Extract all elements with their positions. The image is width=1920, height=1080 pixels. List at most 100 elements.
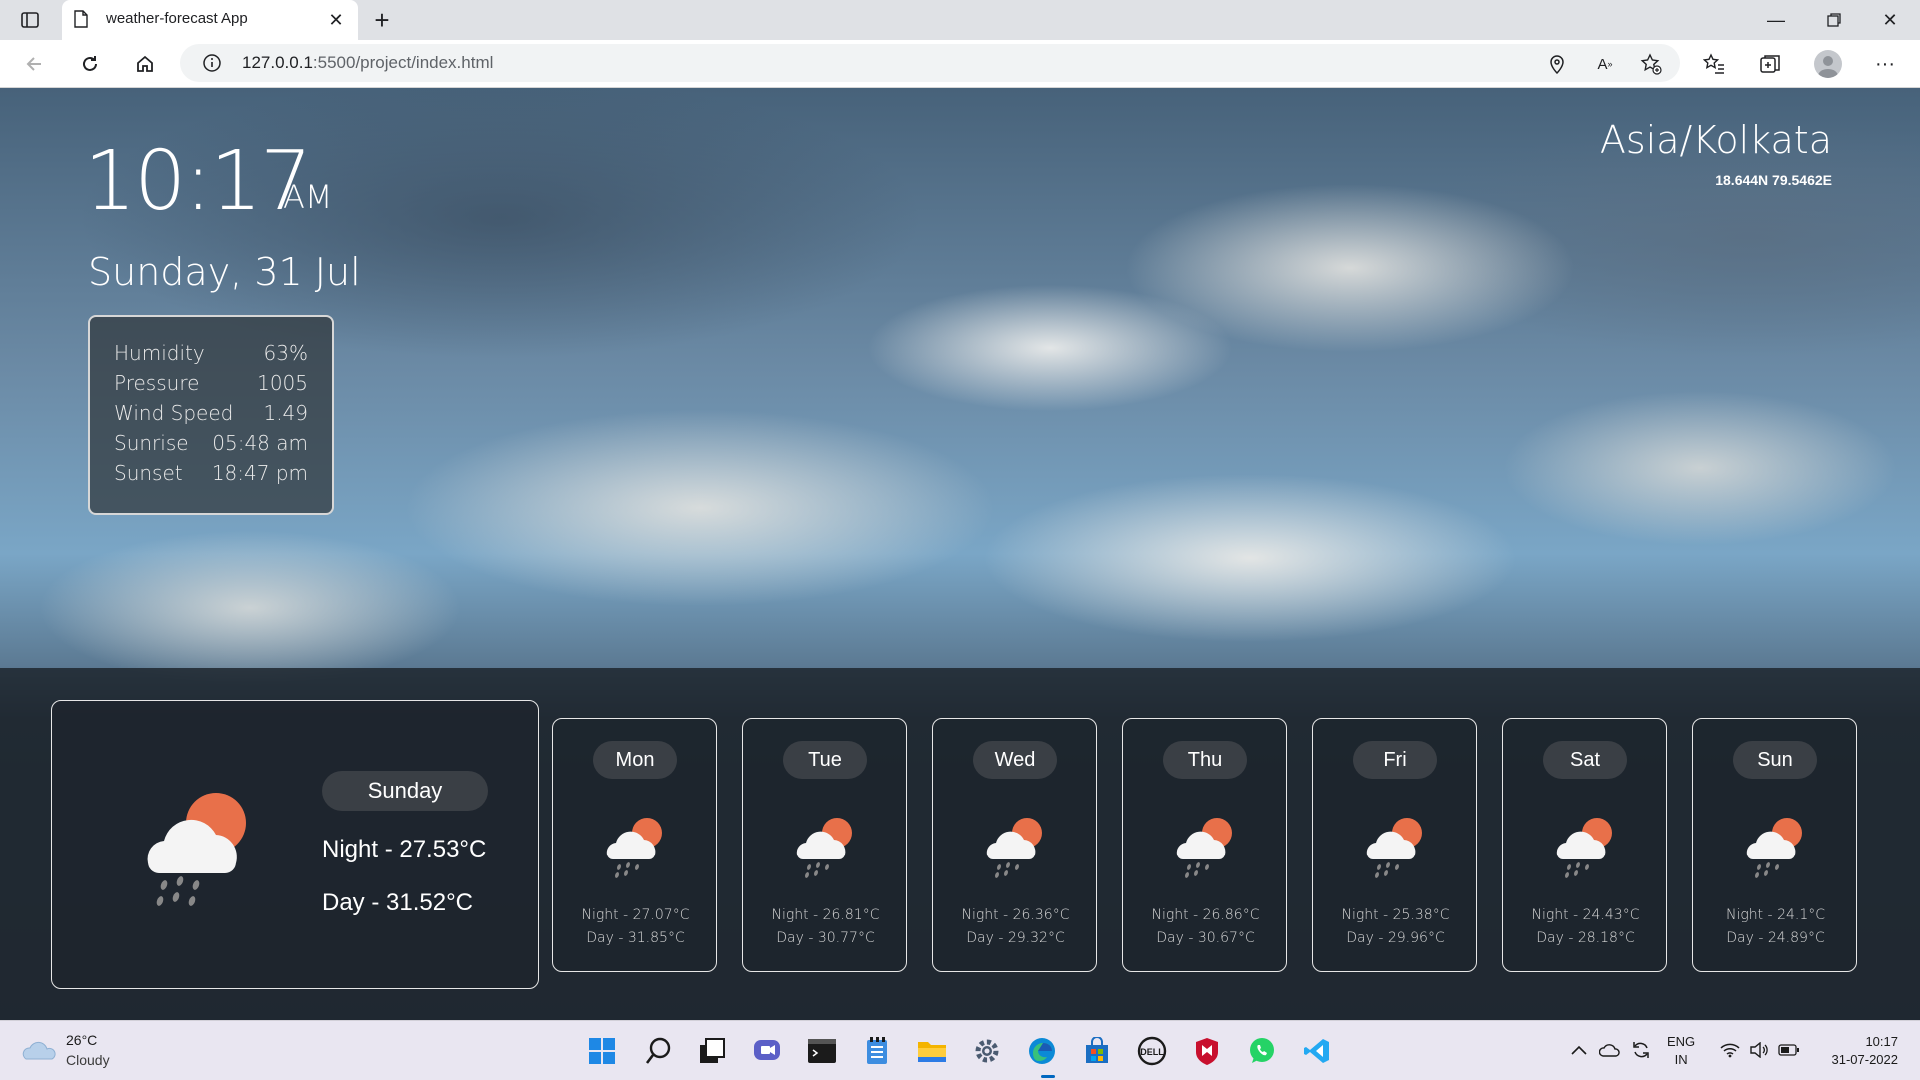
forecast-card-mon: Mon Night - 27.07°C Day - 31.85°C	[552, 718, 717, 972]
forecast-card-fri: Fri Night - 25.38°C Day - 29.96°C	[1312, 718, 1477, 972]
location-icon[interactable]	[1546, 53, 1568, 75]
forecast-night-temp: Night - 24.43°C	[1531, 907, 1640, 923]
rain-cloud-sun-icon	[1357, 809, 1433, 885]
forecast-night-temp: Night - 24.1°C	[1725, 907, 1826, 923]
today-day-label: Sunday	[322, 771, 488, 811]
favorites-icon[interactable]	[1700, 50, 1728, 78]
active-app-indicator	[1041, 1075, 1055, 1078]
clock-time: 10:17	[1865, 1034, 1898, 1049]
forecast-day-label: Fri	[1353, 741, 1437, 779]
file-explorer-icon[interactable]	[914, 1033, 950, 1069]
reload-icon[interactable]	[76, 50, 104, 78]
site-info-icon[interactable]	[202, 53, 222, 73]
forecast-day-label: Tue	[783, 741, 867, 779]
vscode-icon[interactable]	[1299, 1033, 1335, 1069]
task-view-icon[interactable]	[694, 1033, 730, 1069]
stat-row-wind-speed: Wind Speed 1.49	[114, 401, 308, 431]
home-icon[interactable]	[131, 50, 159, 78]
new-tab-button[interactable]: +	[368, 5, 396, 35]
stat-value: 63%	[263, 341, 308, 365]
store-icon[interactable]	[1079, 1033, 1115, 1069]
edge-browser-icon[interactable]	[1024, 1033, 1060, 1069]
forecast-day-temp: Day - 31.85°C	[586, 930, 685, 946]
forecast-card-wed: Wed Night - 26.36°C Day - 29.32°C	[932, 718, 1097, 972]
forecast-day-label: Mon	[593, 741, 677, 779]
forecast-card-sun: Sun Night - 24.1°C Day - 24.89°C	[1692, 718, 1857, 972]
back-icon[interactable]	[20, 50, 48, 78]
read-aloud-icon[interactable]: A»	[1594, 53, 1616, 75]
forecast-night-temp: Night - 27.07°C	[581, 907, 690, 923]
forecast-night-temp: Night - 26.86°C	[1151, 907, 1260, 923]
terminal-icon[interactable]	[804, 1033, 840, 1069]
forecast-night-temp: Night - 25.38°C	[1341, 907, 1450, 923]
url-path: :5500/project/index.html	[312, 53, 494, 72]
taskbar: 26°C Cloudy DELL ENG IN 10:17 31-07-2022	[0, 1020, 1920, 1080]
language-indicator[interactable]: ENG IN	[1667, 1033, 1695, 1069]
profile-avatar[interactable]	[1814, 50, 1842, 78]
rain-cloud-sun-icon	[977, 809, 1053, 885]
collections-icon[interactable]	[1756, 50, 1784, 78]
volume-icon[interactable]	[1748, 1039, 1770, 1061]
notepad-icon[interactable]	[859, 1033, 895, 1069]
chevron-up-icon[interactable]	[1568, 1039, 1590, 1061]
start-icon[interactable]	[584, 1033, 620, 1069]
stat-label: Sunset	[114, 461, 183, 485]
settings-gear-icon[interactable]	[969, 1033, 1005, 1069]
forecast-card-thu: Thu Night - 26.86°C Day - 30.67°C	[1122, 718, 1287, 972]
wifi-icon[interactable]	[1719, 1039, 1741, 1061]
forecast-day-label: Wed	[973, 741, 1057, 779]
search-icon[interactable]	[640, 1033, 676, 1069]
region-code: IN	[1674, 1052, 1688, 1067]
weather-widget-icon[interactable]	[22, 1035, 56, 1065]
address-bar[interactable]: 127.0.0.1:5500/project/index.html A»	[180, 44, 1680, 82]
browser-tab[interactable]: weather-forecast App ✕	[62, 0, 358, 40]
forecast-night-temp: Night - 26.36°C	[961, 907, 1070, 923]
restore-button[interactable]	[1814, 6, 1854, 34]
stat-value: 18:47 pm	[211, 461, 308, 485]
whatsapp-icon[interactable]	[1244, 1033, 1280, 1069]
stat-label: Wind Speed	[114, 401, 234, 425]
url-text[interactable]: 127.0.0.1:5500/project/index.html	[242, 53, 493, 73]
current-time: 10:17	[84, 134, 312, 229]
stat-label: Sunrise	[114, 431, 189, 455]
sync-icon[interactable]	[1630, 1039, 1652, 1061]
system-clock[interactable]: 10:17 31-07-2022	[1810, 1033, 1899, 1069]
forecast-day-temp: Day - 29.96°C	[1346, 930, 1445, 946]
battery-icon[interactable]	[1778, 1039, 1800, 1061]
onedrive-icon[interactable]	[1599, 1039, 1621, 1061]
address-toolbar: 127.0.0.1:5500/project/index.html A» ···	[0, 40, 1920, 88]
svg-text:DELL: DELL	[1140, 1047, 1164, 1057]
forecast-day-temp: Day - 24.89°C	[1726, 930, 1825, 946]
rain-cloud-sun-icon	[787, 809, 863, 885]
browser-tab-strip: weather-forecast App ✕ + — ✕	[0, 0, 1920, 40]
forecast-day-temp: Day - 30.77°C	[776, 930, 875, 946]
widget-condition[interactable]: Cloudy	[66, 1052, 110, 1068]
stat-label: Pressure	[114, 371, 200, 395]
page-icon	[74, 10, 90, 30]
close-window-button[interactable]: ✕	[1870, 6, 1910, 34]
stat-label: Humidity	[114, 341, 205, 365]
current-date: Sunday, 31 Jul	[88, 250, 361, 294]
rain-cloud-sun-icon	[1737, 809, 1813, 885]
add-favorite-icon[interactable]	[1640, 53, 1662, 75]
stat-row-pressure: Pressure 1005	[114, 371, 308, 401]
chat-icon[interactable]	[749, 1033, 785, 1069]
widget-temperature[interactable]: 26°C	[66, 1032, 97, 1048]
mcafee-icon[interactable]	[1189, 1033, 1225, 1069]
more-menu-icon[interactable]: ···	[1871, 50, 1899, 78]
url-host: 127.0.0.1	[242, 53, 313, 72]
stat-value: 1.49	[263, 401, 308, 425]
close-tab-icon[interactable]: ✕	[324, 8, 348, 32]
forecast-day-temp: Day - 30.67°C	[1156, 930, 1255, 946]
stat-row-humidity: Humidity 63%	[114, 341, 308, 371]
language-code: ENG	[1667, 1034, 1696, 1049]
forecast-card-tue: Tue Night - 26.81°C Day - 30.77°C	[742, 718, 907, 972]
sidebar-toggle-icon[interactable]	[18, 8, 42, 32]
dell-icon[interactable]: DELL	[1134, 1033, 1170, 1069]
minimize-button[interactable]: —	[1756, 6, 1796, 34]
am-pm-indicator: AM	[283, 178, 333, 216]
rain-cloud-sun-icon	[1547, 809, 1623, 885]
timezone-label: Asia/Kolkata	[1599, 118, 1832, 162]
forecast-day-label: Thu	[1163, 741, 1247, 779]
forecast-day-temp: Day - 29.32°C	[966, 930, 1065, 946]
